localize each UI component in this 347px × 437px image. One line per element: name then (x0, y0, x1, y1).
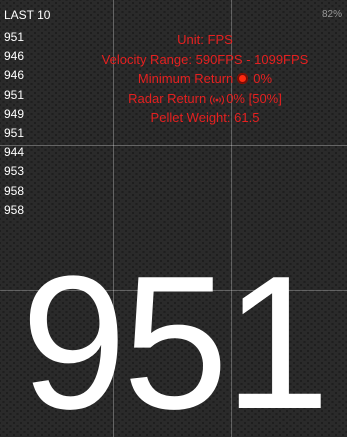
history-item: 958 (4, 183, 25, 198)
history-item: 946 (4, 49, 25, 64)
crosshair-horizontal-line (0, 145, 347, 146)
minimum-return-value: 0% (253, 71, 273, 86)
unit-row: Unit: FPS (70, 30, 340, 50)
record-dot-icon (237, 73, 249, 84)
pellet-weight-label: Pellet Weight: (150, 110, 231, 125)
velocity-range-value: 590FPS - 1099FPS (195, 51, 309, 67)
history-item: 949 (4, 106, 25, 121)
current-velocity-readout: 951 (20, 237, 330, 437)
settings-panel: Unit: FPS Velocity Range: 590FPS - 1099F… (70, 30, 340, 128)
radar-return-extra: [50%] (248, 90, 282, 106)
history-title: LAST 10 (4, 8, 51, 22)
unit-label: Unit: (177, 32, 204, 47)
chrono-screen: LAST 10 82% 951 946 946 951 949 951 944 … (0, 0, 347, 437)
history-item: 951 (4, 87, 25, 102)
battery-level: 82% (321, 9, 342, 20)
history-item: 958 (4, 202, 25, 217)
shot-history-list: 951 946 946 951 949 951 944 953 958 958 (4, 28, 24, 220)
history-item: 944 (4, 145, 25, 160)
radar-return-row: Radar Return 0% [50%] (70, 89, 340, 109)
pellet-weight-value: 61.5 (234, 110, 260, 125)
radar-return-label: Radar Return (128, 90, 207, 106)
history-item: 946 (4, 68, 25, 83)
minimum-return-label: Minimum Return (137, 71, 234, 86)
radar-return-value: 0% (226, 90, 245, 106)
velocity-range-label: Velocity Range: (101, 51, 192, 67)
history-item: 951 (4, 30, 25, 44)
history-item: 953 (4, 164, 25, 179)
pellet-weight-row: Pellet Weight: 61.5 (70, 108, 340, 128)
velocity-range-row: Velocity Range: 590FPS - 1099FPS (70, 50, 340, 70)
unit-value: FPS (207, 32, 233, 47)
minimum-return-row: Minimum Return 0% (70, 69, 340, 89)
history-item: 951 (4, 125, 25, 140)
